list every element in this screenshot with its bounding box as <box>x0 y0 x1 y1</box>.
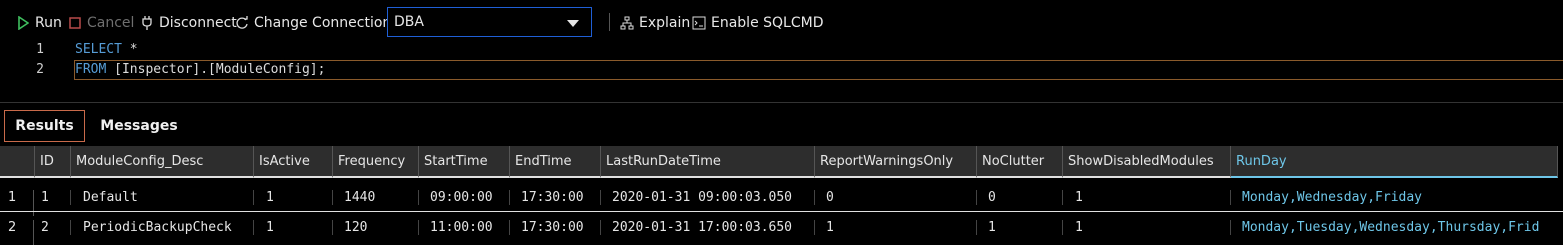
sql-text: * <box>121 42 138 57</box>
change-connection-button[interactable]: Change Connection <box>235 13 391 33</box>
stop-icon <box>68 15 82 31</box>
table-cell[interactable]: 2 <box>35 220 71 235</box>
results-grid[interactable]: ID ModuleConfig_Desc IsActive Frequency … <box>0 146 1563 245</box>
column-header-moduleconfig-desc[interactable]: ModuleConfig_Desc <box>71 146 254 178</box>
play-icon <box>16 15 30 31</box>
table-cell[interactable]: 17:30:00 <box>510 190 601 205</box>
editor-line-current[interactable]: 2 FROM [Inspector].[ModuleConfig]; <box>0 60 1563 80</box>
table-cell[interactable]: Monday,Wednesday,Friday <box>1231 190 1563 205</box>
enable-sqlcmd-button[interactable]: Enable SQLCMD <box>692 13 823 33</box>
table-cell[interactable]: Monday,Tuesday,Wednesday,Thursday,Frid <box>1231 220 1563 235</box>
table-cell[interactable]: 120 <box>333 220 419 235</box>
column-header-frequency[interactable]: Frequency <box>333 146 419 178</box>
cancel-label: Cancel <box>87 15 135 31</box>
cancel-button[interactable]: Cancel <box>68 13 134 33</box>
table-cell[interactable]: 17:30:00 <box>510 220 601 235</box>
table-cell[interactable]: 1 <box>1063 220 1231 235</box>
table-cell[interactable]: PeriodicBackupCheck <box>71 220 254 235</box>
hierarchy-icon <box>620 15 634 31</box>
column-header-reportwarningsonly[interactable]: ReportWarningsOnly <box>815 146 977 178</box>
sqlcmd-icon <box>692 15 706 31</box>
column-header-lastrundatetime[interactable]: LastRunDateTime <box>601 146 815 178</box>
column-header-noclutter[interactable]: NoClutter <box>977 146 1063 178</box>
database-dropdown[interactable]: DBA <box>387 7 592 37</box>
row-number[interactable]: 2 <box>0 220 34 245</box>
table-cell[interactable]: 1 <box>254 190 333 205</box>
line-code: FROM [Inspector].[ModuleConfig]; <box>75 62 325 77</box>
query-editor[interactable]: 1 SELECT * 2 FROM [Inspector].[ModuleCon… <box>0 40 1563 84</box>
table-cell[interactable]: 0 <box>815 190 977 205</box>
enable-sqlcmd-label: Enable SQLCMD <box>711 15 824 31</box>
tab-messages[interactable]: Messages <box>96 110 182 142</box>
table-cell[interactable]: 1440 <box>333 190 419 205</box>
table-cell[interactable]: 2020-01-31 09:00:03.050 <box>601 190 815 205</box>
column-header-isactive[interactable]: IsActive <box>254 146 333 178</box>
sql-keyword: SELECT <box>75 42 122 57</box>
explain-button[interactable]: Explain <box>620 13 690 33</box>
query-toolbar: Run Cancel Disconnect Change Connection … <box>0 0 1563 44</box>
tab-results[interactable]: Results <box>4 110 85 142</box>
line-number: 2 <box>36 62 44 77</box>
column-header-runday[interactable]: RunDay <box>1231 146 1558 178</box>
row-divider <box>0 211 1563 212</box>
plug-icon <box>140 15 154 31</box>
toolbar-divider <box>609 13 610 31</box>
row-number[interactable]: 1 <box>0 190 34 216</box>
line-code: SELECT * <box>75 42 138 57</box>
disconnect-button[interactable]: Disconnect <box>140 13 237 33</box>
editor-line[interactable]: 1 SELECT * <box>0 40 1563 60</box>
chevron-down-icon <box>567 20 579 27</box>
refresh-connection-icon <box>235 15 249 31</box>
sql-text: [Inspector].[ModuleConfig]; <box>106 62 326 77</box>
table-cell[interactable]: 2020-01-31 17:00:03.650 <box>601 220 815 235</box>
table-cell[interactable]: 1 <box>815 220 977 235</box>
table-cell[interactable]: 11:00:00 <box>419 220 510 235</box>
row-header-corner <box>0 146 35 178</box>
table-cell[interactable]: 1 <box>254 220 333 235</box>
table-cell[interactable]: 09:00:00 <box>419 190 510 205</box>
disconnect-label: Disconnect <box>159 15 237 31</box>
table-cell[interactable]: 0 <box>977 190 1063 205</box>
sql-keyword: FROM <box>75 62 107 77</box>
table-cell[interactable]: Default <box>71 190 254 205</box>
column-header-showdisabledmodules[interactable]: ShowDisabledModules <box>1063 146 1231 178</box>
table-cell[interactable]: 1 <box>35 190 71 205</box>
line-number: 1 <box>36 42 44 57</box>
run-label: Run <box>35 15 62 31</box>
run-button[interactable]: Run <box>16 13 62 33</box>
explain-label: Explain <box>639 15 691 31</box>
change-connection-label: Change Connection <box>254 15 392 31</box>
column-header-id[interactable]: ID <box>35 146 71 178</box>
table-cell[interactable]: 1 <box>1063 190 1231 205</box>
column-header-endtime[interactable]: EndTime <box>510 146 601 178</box>
database-value: DBA <box>394 14 424 30</box>
editor-results-divider[interactable] <box>0 102 1563 103</box>
table-cell[interactable]: 1 <box>977 220 1063 235</box>
column-header-starttime[interactable]: StartTime <box>419 146 510 178</box>
